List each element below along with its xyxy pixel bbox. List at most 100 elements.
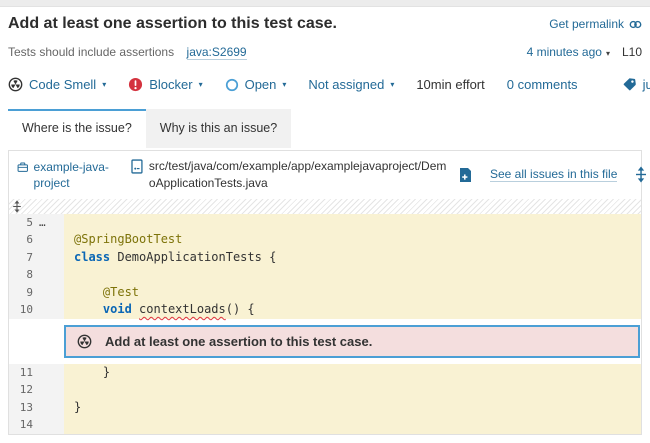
- code-line-7: 7 class DemoApplicationTests {: [9, 249, 641, 267]
- pin-file-button[interactable]: [459, 167, 472, 183]
- rule-key-link[interactable]: java:S2699: [187, 45, 247, 60]
- line-number[interactable]: 5: [9, 214, 33, 232]
- permalink-label: Get permalink: [549, 17, 624, 31]
- selected-issue-box[interactable]: Add at least one assertion to this test …: [64, 325, 640, 358]
- line-gutter: 7: [9, 249, 64, 267]
- effort-label: 10min effort: [416, 77, 484, 92]
- code-text: void contextLoads() {: [64, 301, 641, 319]
- line-gutter: 9: [9, 284, 64, 302]
- expand-all-icon: [635, 166, 647, 183]
- pin-file-icon: [459, 167, 472, 183]
- code-line-13: 13}: [9, 399, 641, 417]
- assignee-dropdown[interactable]: Not assigned ▾: [308, 77, 394, 92]
- line-gutter: 5…: [9, 214, 64, 232]
- project-name: example-java-project: [34, 159, 119, 191]
- code-line-12: 12: [9, 381, 641, 399]
- tags-label: junit, tests: [643, 77, 650, 92]
- line-number[interactable]: 6: [9, 231, 33, 249]
- expand-lines-above-strip: [9, 199, 641, 214]
- code-viewer: 5…6 @SpringBootTest 7 class DemoApplication…: [9, 214, 641, 434]
- expand-all-lines-button[interactable]: [635, 166, 647, 183]
- code-line-8: 8: [9, 266, 641, 284]
- line-gutter: 12: [9, 381, 64, 399]
- line-number[interactable]: 11: [9, 364, 33, 382]
- gutter-spacer: [33, 231, 64, 249]
- code-text: @Test: [64, 284, 641, 302]
- line-number[interactable]: 7: [9, 249, 33, 267]
- severity-label: Blocker: [149, 77, 192, 92]
- gutter-spacer: [33, 301, 64, 319]
- code-line-5: 5…: [9, 214, 641, 232]
- code-line-14: 14: [9, 416, 641, 434]
- assignee-label: Not assigned: [308, 77, 384, 92]
- line-gutter: 13: [9, 399, 64, 417]
- issue-row: Add at least one assertion to this test …: [9, 319, 641, 364]
- tags-dropdown[interactable]: junit, tests ▾: [622, 77, 650, 92]
- line-number[interactable]: 14: [9, 416, 33, 434]
- expand-lines-above-button[interactable]: [12, 200, 22, 213]
- issue-type-dropdown[interactable]: Code Smell ▾: [8, 77, 106, 92]
- status-dropdown[interactable]: Open ▾: [225, 77, 287, 92]
- open-status-icon: [225, 78, 239, 92]
- code-text: }: [64, 399, 641, 417]
- code-line-6: 6 @SpringBootTest: [9, 231, 641, 249]
- issue-tabs: Where is the issue? Why is this an issue…: [8, 109, 642, 148]
- line-gutter: 8: [9, 266, 64, 284]
- code-smell-icon: [77, 334, 92, 349]
- chevron-down-icon: ▾: [606, 49, 610, 58]
- line-reference: L10: [622, 45, 642, 59]
- tab-why-is-this-an-issue[interactable]: Why is this an issue?: [146, 109, 291, 148]
- collapsed-code-ellipsis[interactable]: …: [33, 214, 64, 232]
- comments-link[interactable]: 0 comments: [507, 77, 578, 92]
- issue-type-label: Code Smell: [29, 77, 96, 92]
- changelog-dropdown[interactable]: 4 minutes ago: [527, 45, 602, 59]
- get-permalink-link[interactable]: Get permalink: [549, 17, 642, 31]
- chevron-down-icon: ▾: [102, 80, 106, 89]
- issue-title: Add at least one assertion to this test …: [8, 15, 337, 33]
- code-text: [64, 214, 641, 232]
- tag-icon: [622, 77, 637, 92]
- tab-where-is-the-issue[interactable]: Where is the issue?: [8, 109, 146, 148]
- code-text: [64, 266, 641, 284]
- chevron-down-icon: ▾: [199, 80, 203, 89]
- see-all-issues-link[interactable]: See all issues in this file: [490, 167, 617, 182]
- top-divider: [0, 0, 650, 7]
- line-number[interactable]: 10: [9, 301, 33, 319]
- gutter-spacer: [33, 284, 64, 302]
- code-text: @SpringBootTest: [64, 231, 641, 249]
- project-icon: [17, 160, 29, 174]
- permalink-icon: [629, 18, 642, 31]
- chevron-down-icon: ▾: [390, 80, 394, 89]
- issue-header: Add at least one assertion to this test …: [0, 7, 650, 92]
- code-text: class DemoApplicationTests {: [64, 249, 641, 267]
- line-number[interactable]: 9: [9, 284, 33, 302]
- code-snippet-panel: example-java-project src/test/java/com/e…: [8, 150, 642, 435]
- gutter-spacer: [33, 266, 64, 284]
- file-path: src/test/java/com/example/app/examplejav…: [149, 158, 447, 192]
- issue-detail-page: Add at least one assertion to this test …: [0, 0, 650, 443]
- gutter-spacer: [33, 399, 64, 417]
- code-text: [64, 416, 641, 434]
- blocker-severity-icon: [128, 77, 143, 92]
- file-icon: [131, 159, 143, 174]
- line-gutter: 10: [9, 301, 64, 319]
- severity-dropdown[interactable]: Blocker ▾: [128, 77, 202, 92]
- chevron-down-icon: ▾: [282, 80, 286, 89]
- rule-description: Tests should include assertions: [8, 45, 174, 59]
- line-number[interactable]: 12: [9, 381, 33, 399]
- gutter-spacer: [33, 249, 64, 267]
- gutter-spacer: [9, 325, 64, 358]
- line-number[interactable]: 13: [9, 399, 33, 417]
- code-line-10: 10 void contextLoads() {: [9, 301, 641, 319]
- line-gutter: 11: [9, 364, 64, 382]
- gutter-spacer: [33, 364, 64, 382]
- project-link[interactable]: example-java-project: [17, 159, 119, 191]
- code-text: }: [64, 364, 641, 382]
- file-header: example-java-project src/test/java/com/e…: [9, 151, 641, 199]
- issue-message: Add at least one assertion to this test …: [105, 334, 372, 349]
- gutter-spacer: [33, 381, 64, 399]
- code-smell-icon: [8, 77, 23, 92]
- issue-attributes-bar: Code Smell ▾ Blocker ▾ Open ▾: [8, 77, 642, 92]
- line-number[interactable]: 8: [9, 266, 33, 284]
- code-line-11: 11 }: [9, 364, 641, 382]
